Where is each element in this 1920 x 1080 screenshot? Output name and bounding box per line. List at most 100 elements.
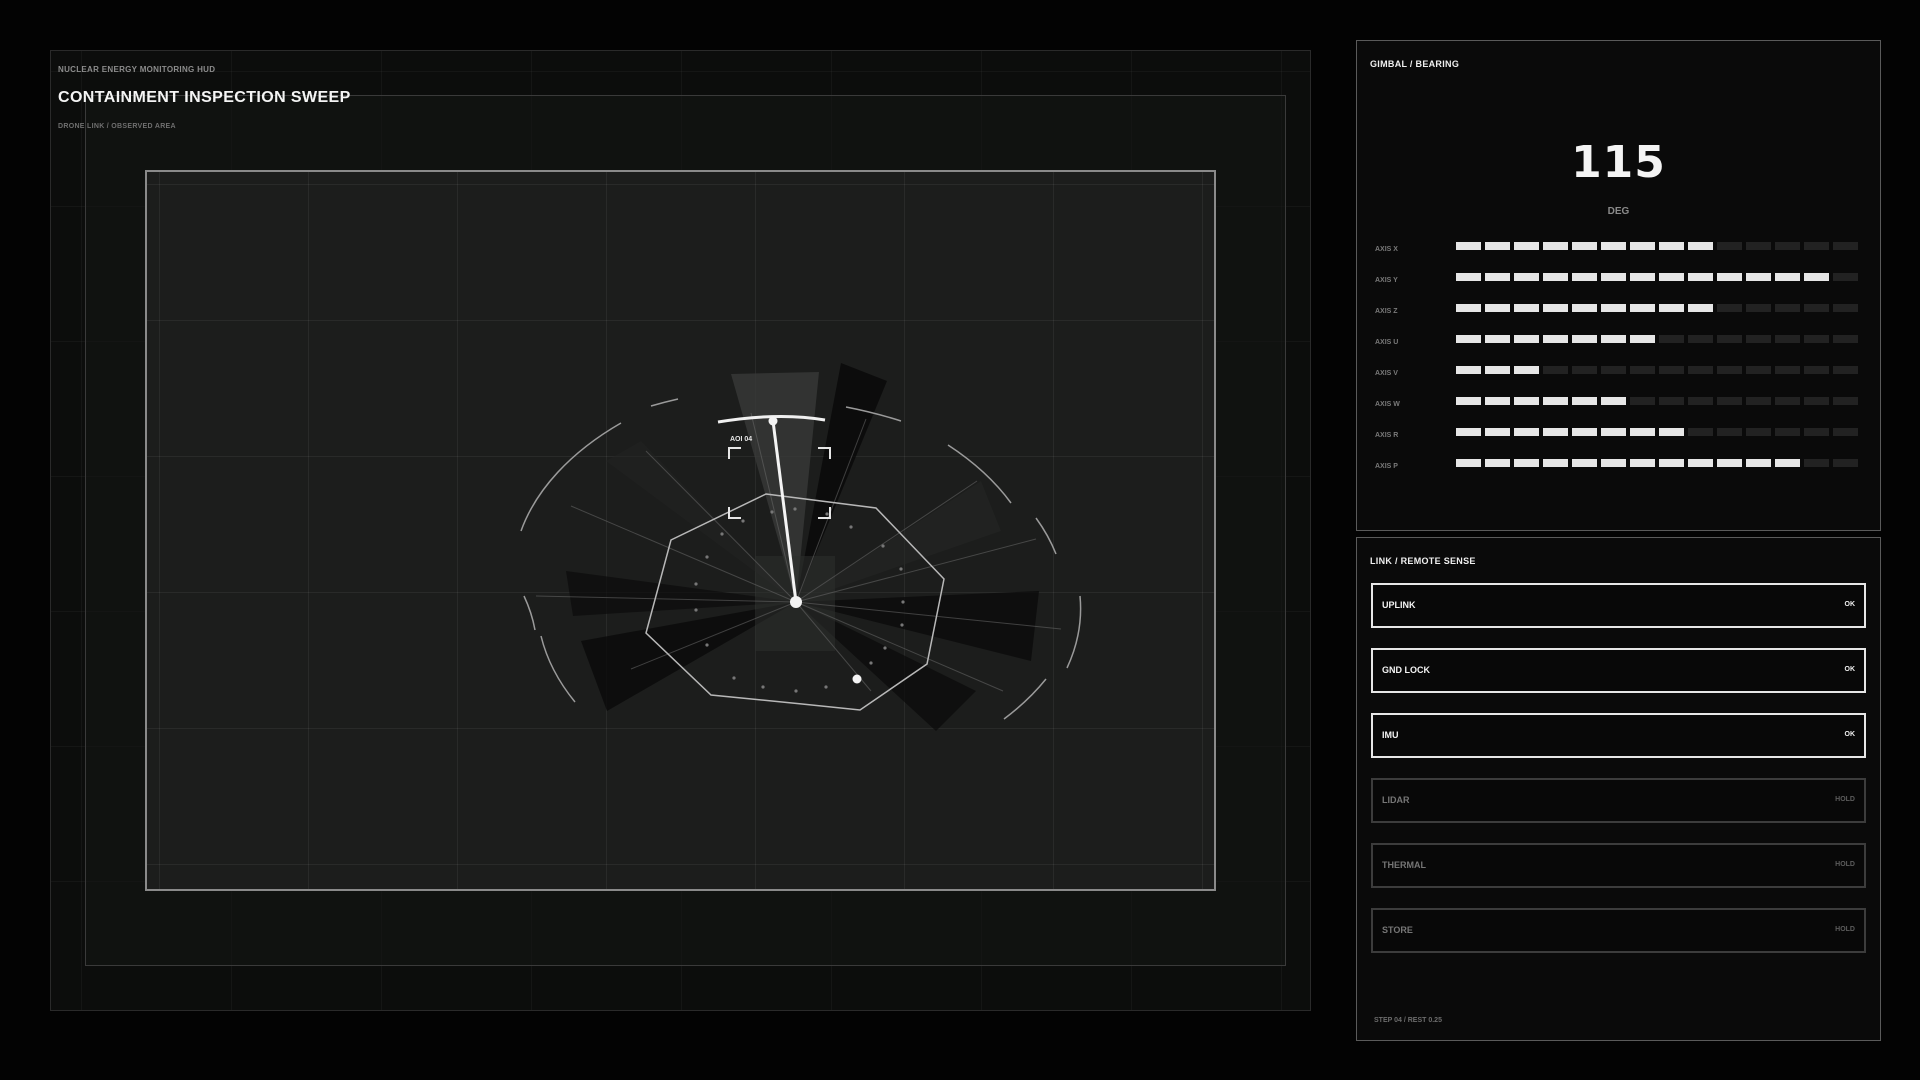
level-segment xyxy=(1514,242,1539,250)
ring-dot xyxy=(883,646,887,650)
ring-dot xyxy=(794,689,798,693)
level-segment xyxy=(1485,304,1510,312)
axis-label: AXIS W xyxy=(1375,401,1400,408)
level-segment xyxy=(1833,459,1858,467)
level-segment xyxy=(1833,428,1858,436)
level-segment xyxy=(1514,397,1539,405)
link-name: THERMAL xyxy=(1382,860,1426,870)
level-segment xyxy=(1775,335,1800,343)
ring-dot xyxy=(881,544,885,548)
level-segment xyxy=(1775,273,1800,281)
level-segment xyxy=(1659,459,1684,467)
ring-dot xyxy=(741,519,745,523)
level-segment xyxy=(1543,397,1568,405)
level-segment xyxy=(1514,304,1539,312)
level-segment xyxy=(1485,397,1510,405)
level-segment xyxy=(1833,366,1858,374)
level-segment xyxy=(1543,273,1568,281)
range-arc xyxy=(1035,517,1057,555)
level-segment xyxy=(1659,397,1684,405)
ring-dot xyxy=(705,555,709,559)
level-segment xyxy=(1746,459,1771,467)
needle-pivot xyxy=(790,596,802,608)
level-segment xyxy=(1804,242,1829,250)
level-segment xyxy=(1659,366,1684,374)
link-row-lidar[interactable]: LIDAR HOLD xyxy=(1371,778,1866,823)
level-segment xyxy=(1485,242,1510,250)
level-segment xyxy=(1688,428,1713,436)
level-segment xyxy=(1717,428,1742,436)
ring-dot xyxy=(761,685,765,689)
level-segment xyxy=(1543,335,1568,343)
ring-dot xyxy=(869,661,873,665)
ring-dot xyxy=(900,623,904,627)
ring-dot xyxy=(824,685,828,689)
level-segment xyxy=(1543,304,1568,312)
level-segment xyxy=(1601,273,1626,281)
level-segment xyxy=(1717,242,1742,250)
needle-tip xyxy=(768,416,778,426)
level-segment xyxy=(1485,428,1510,436)
link-row-gnd-lock[interactable]: GND LOCK OK xyxy=(1371,648,1866,693)
level-segment xyxy=(1746,273,1771,281)
axis-row: AXIS W xyxy=(1375,397,1865,411)
level-segment xyxy=(1630,242,1655,250)
gimbal-panel-title: GIMBAL / BEARING xyxy=(1370,59,1460,69)
axis-label: AXIS R xyxy=(1375,432,1399,439)
link-name: STORE xyxy=(1382,925,1413,935)
level-segment xyxy=(1833,397,1858,405)
link-status-badge: OK xyxy=(1844,601,1856,608)
range-arc xyxy=(540,635,576,703)
link-row-store[interactable]: STORE HOLD xyxy=(1371,908,1866,953)
ring-dot xyxy=(901,600,905,604)
link-status-badge: OK xyxy=(1844,731,1856,738)
ring-dot xyxy=(770,510,774,514)
level-segment xyxy=(1543,366,1568,374)
level-segment xyxy=(1630,459,1655,467)
axis-level-bar xyxy=(1456,273,1858,281)
level-segment xyxy=(1485,335,1510,343)
level-segment xyxy=(1456,366,1481,374)
level-segment xyxy=(1717,273,1742,281)
level-segment xyxy=(1746,242,1771,250)
level-segment xyxy=(1572,366,1597,374)
ring-dot xyxy=(705,643,709,647)
level-segment xyxy=(1804,304,1829,312)
level-segment xyxy=(1456,459,1481,467)
level-segment xyxy=(1659,242,1684,250)
level-segment xyxy=(1572,428,1597,436)
axis-row: AXIS P xyxy=(1375,459,1865,473)
level-segment xyxy=(1688,335,1713,343)
level-segment xyxy=(1833,273,1858,281)
level-segment xyxy=(1746,335,1771,343)
link-row-uplink[interactable]: UPLINK OK xyxy=(1371,583,1866,628)
ring-dot xyxy=(899,567,903,571)
level-segment xyxy=(1775,459,1800,467)
level-segment xyxy=(1804,335,1829,343)
axis-label: AXIS Y xyxy=(1375,277,1398,284)
axis-level-bar xyxy=(1456,304,1858,312)
level-segment xyxy=(1601,459,1626,467)
level-segment xyxy=(1775,428,1800,436)
range-arc xyxy=(523,595,536,631)
level-segment xyxy=(1514,273,1539,281)
axis-label: AXIS V xyxy=(1375,370,1398,377)
level-segment xyxy=(1804,428,1829,436)
level-segment xyxy=(1775,397,1800,405)
link-panel: LINK / REMOTE SENSE UPLINK OK GND LOCK OK IM… xyxy=(1356,537,1881,1041)
link-row-imu[interactable]: IMU OK xyxy=(1371,713,1866,758)
level-segment xyxy=(1746,397,1771,405)
level-segment xyxy=(1775,242,1800,250)
level-segment xyxy=(1775,304,1800,312)
level-segment xyxy=(1601,335,1626,343)
axis-level-bar xyxy=(1456,335,1858,343)
link-row-thermal[interactable]: THERMAL HOLD xyxy=(1371,843,1866,888)
level-segment xyxy=(1485,273,1510,281)
level-segment xyxy=(1833,242,1858,250)
level-segment xyxy=(1688,304,1713,312)
level-segment xyxy=(1456,273,1481,281)
level-segment xyxy=(1804,273,1829,281)
level-segment xyxy=(1572,335,1597,343)
axis-row: AXIS V xyxy=(1375,366,1865,380)
axis-row: AXIS Z xyxy=(1375,304,1865,318)
